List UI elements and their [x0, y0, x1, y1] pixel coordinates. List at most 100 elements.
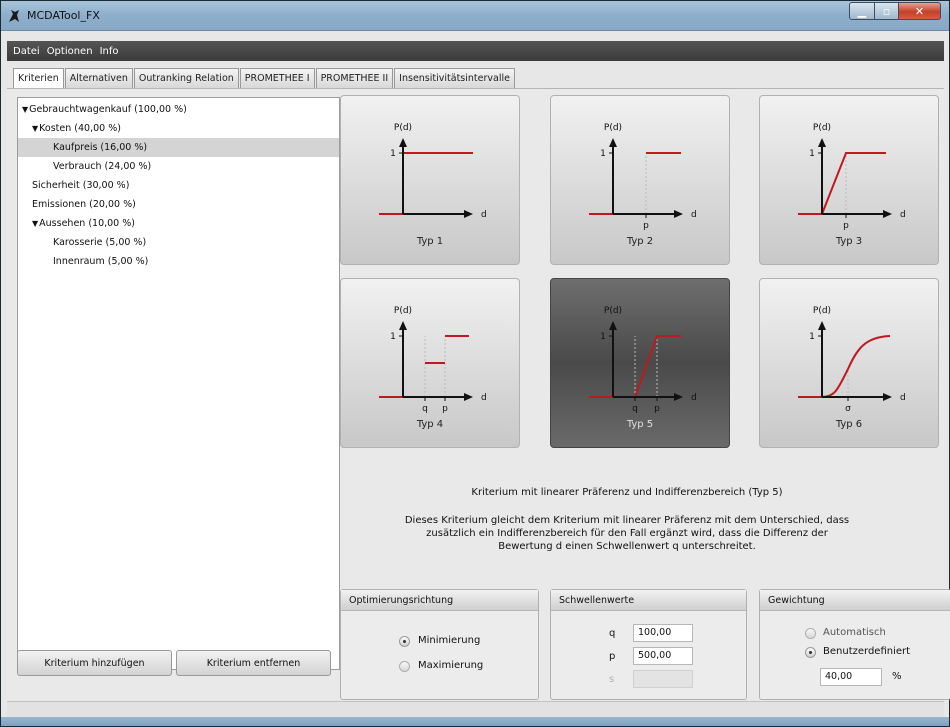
- y-axis-label: P(d): [813, 123, 831, 133]
- close-icon[interactable]: ✕: [899, 2, 941, 20]
- minimize-radio[interactable]: [399, 636, 410, 647]
- menu-optionen[interactable]: Optionen: [47, 46, 93, 57]
- tab-promethee-2[interactable]: PROMETHEE II: [315, 68, 394, 88]
- automatic-radio[interactable]: [805, 628, 816, 639]
- preference-type-label: Typ 4: [416, 419, 444, 430]
- y-axis-label: P(d): [604, 123, 622, 133]
- criteria-tree[interactable]: ▼Gebrauchtwagenkauf (100,00 %) ▼Kosten (4…: [17, 97, 340, 670]
- expand-arrow-icon[interactable]: ▼: [22, 100, 28, 119]
- preference-type-label: Typ 1: [416, 236, 444, 247]
- x-axis-arrow-icon: [464, 210, 473, 218]
- preference-type-card-3[interactable]: P(d) d 1 p Typ 3: [759, 95, 939, 265]
- tree-item[interactable]: Innenraum (5,00 %): [18, 252, 339, 271]
- tree-item[interactable]: ▼Aussehen (10,00 %): [18, 214, 339, 233]
- automatic-label[interactable]: Automatisch: [823, 627, 886, 638]
- title-bar[interactable]: MCDATool_FX ▁ ▫ ✕: [1, 1, 949, 31]
- tab-promethee-1[interactable]: PROMETHEE I: [239, 68, 315, 88]
- tool-icon: [9, 10, 19, 22]
- tab-outranking-relation[interactable]: Outranking Relation: [133, 68, 239, 88]
- s-threshold-input: [633, 670, 693, 688]
- s-label: s: [609, 674, 615, 685]
- menu-info[interactable]: Info: [100, 46, 119, 57]
- remove-criterion-button[interactable]: Kriterium entfernen: [176, 650, 331, 676]
- tree-item-label: Sicherheit (30,00 %): [32, 180, 130, 191]
- y-axis-arrow-icon: [818, 138, 826, 147]
- weight-input[interactable]: 40,00: [820, 668, 882, 686]
- minimize-label[interactable]: Minimierung: [418, 635, 480, 646]
- tree-item[interactable]: Karosserie (5,00 %): [18, 233, 339, 252]
- y-tick-label: 1: [809, 332, 815, 342]
- weighting-panel: Gewichtung Automatisch Benutzerdefiniert…: [759, 589, 950, 700]
- preference-type-card-2[interactable]: P(d) d 1 p Typ 2: [550, 95, 730, 265]
- tab-kriterien[interactable]: Kriterien: [13, 68, 64, 89]
- maximize-radio[interactable]: [399, 661, 410, 672]
- minimize-icon[interactable]: ▁: [849, 2, 875, 20]
- tree-item[interactable]: Verbrauch (24,00 %): [18, 157, 339, 176]
- y-tick-label: 1: [809, 149, 815, 159]
- status-bar: [7, 701, 944, 717]
- thresholds-header: Schwellenwerte: [551, 590, 746, 611]
- x-axis-label: d: [481, 393, 487, 403]
- y-tick-label: 1: [600, 332, 606, 342]
- x-axis-arrow-icon: [674, 393, 683, 401]
- y-axis-arrow-icon: [399, 138, 407, 147]
- preference-type-card-5[interactable]: P(d) d 1 q p Typ 5: [550, 278, 730, 448]
- x-axis-arrow-icon: [883, 393, 892, 401]
- tree-item-label: Innenraum (5,00 %): [53, 256, 149, 267]
- tree-item-label: Kaufpreis (16,00 %): [53, 142, 148, 153]
- tab-bar: Kriterien Alternativen Outranking Relati…: [13, 68, 516, 89]
- description-title: Kriterium mit linearer Präferenz und Ind…: [471, 487, 783, 498]
- expand-arrow-icon[interactable]: ▼: [32, 214, 38, 233]
- preference-type-card-1[interactable]: P(d) d 1 Typ 1: [340, 95, 520, 265]
- preference-curve: [798, 335, 891, 398]
- custom-label[interactable]: Benutzerdefiniert: [823, 646, 910, 657]
- tree-item-label: Aussehen (10,00 %): [39, 218, 135, 229]
- expand-arrow-icon[interactable]: ▼: [32, 119, 38, 138]
- preference-function-graph: P(d) d 1 q p: [589, 306, 697, 414]
- x-tick-label: p: [643, 221, 649, 231]
- tree-item-label: Gebrauchtwagenkauf (100,00 %): [29, 104, 187, 115]
- p-threshold-input[interactable]: 500,00: [633, 647, 693, 665]
- x-axis-label: d: [691, 393, 697, 403]
- y-axis-arrow-icon: [609, 321, 617, 330]
- tree-item[interactable]: ▼Kosten (40,00 %): [18, 119, 339, 138]
- tab-content: ▼Gebrauchtwagenkauf (100,00 %) ▼Kosten (4…: [7, 88, 950, 700]
- y-axis-arrow-icon: [818, 321, 826, 330]
- tab-alternativen[interactable]: Alternativen: [64, 68, 133, 88]
- add-criterion-button[interactable]: Kriterium hinzufügen: [17, 650, 172, 676]
- x-tick-label: σ: [845, 404, 851, 414]
- tree-item[interactable]: Emissionen (20,00 %): [18, 195, 339, 214]
- q-label: q: [609, 628, 616, 639]
- y-axis-label: P(d): [813, 306, 831, 316]
- x-axis-arrow-icon: [464, 393, 473, 401]
- preference-function-graph: P(d) d 1 p: [798, 123, 906, 231]
- optimization-header: Optimierungsrichtung: [341, 590, 538, 611]
- maximize-label[interactable]: Maximierung: [418, 660, 483, 671]
- y-tick-label: 1: [390, 149, 396, 159]
- tab-insensitivitaetsintervalle[interactable]: Insensitivitätsintervalle: [394, 68, 515, 88]
- tree-item[interactable]: Sicherheit (30,00 %): [18, 176, 339, 195]
- weighting-header: Gewichtung: [760, 590, 950, 611]
- x-tick-label: q: [632, 404, 638, 414]
- menu-datei[interactable]: Datei: [13, 46, 40, 57]
- tree-item[interactable]: Kaufpreis (16,00 %): [18, 138, 339, 157]
- custom-radio[interactable]: [805, 647, 816, 658]
- preference-type-card-6[interactable]: P(d) d 1 σ Typ 6: [759, 278, 939, 448]
- x-axis-arrow-icon: [674, 210, 683, 218]
- x-tick-label: p: [843, 221, 849, 231]
- preference-type-label: Typ 2: [626, 236, 654, 247]
- x-axis-label: d: [481, 210, 487, 220]
- description-body: Dieses Kriterium gleicht dem Kriterium m…: [404, 515, 850, 552]
- optimization-panel: Optimierungsrichtung Minimierung Maximie…: [340, 589, 539, 700]
- tree-item[interactable]: ▼Gebrauchtwagenkauf (100,00 %): [18, 100, 339, 119]
- x-axis-arrow-icon: [883, 210, 892, 218]
- x-axis-label: d: [900, 210, 906, 220]
- preference-type-card-4[interactable]: P(d) d 1 q p Typ 4: [340, 278, 520, 448]
- x-tick-label: p: [442, 404, 448, 414]
- window-controls: ▁ ▫ ✕: [849, 2, 941, 20]
- preference-type-label: Typ 6: [835, 419, 863, 430]
- preference-type-label: Typ 3: [835, 236, 863, 247]
- q-threshold-input[interactable]: 100,00: [633, 624, 693, 642]
- maximize-icon[interactable]: ▫: [875, 2, 899, 20]
- taskbar-strip: [1, 717, 949, 726]
